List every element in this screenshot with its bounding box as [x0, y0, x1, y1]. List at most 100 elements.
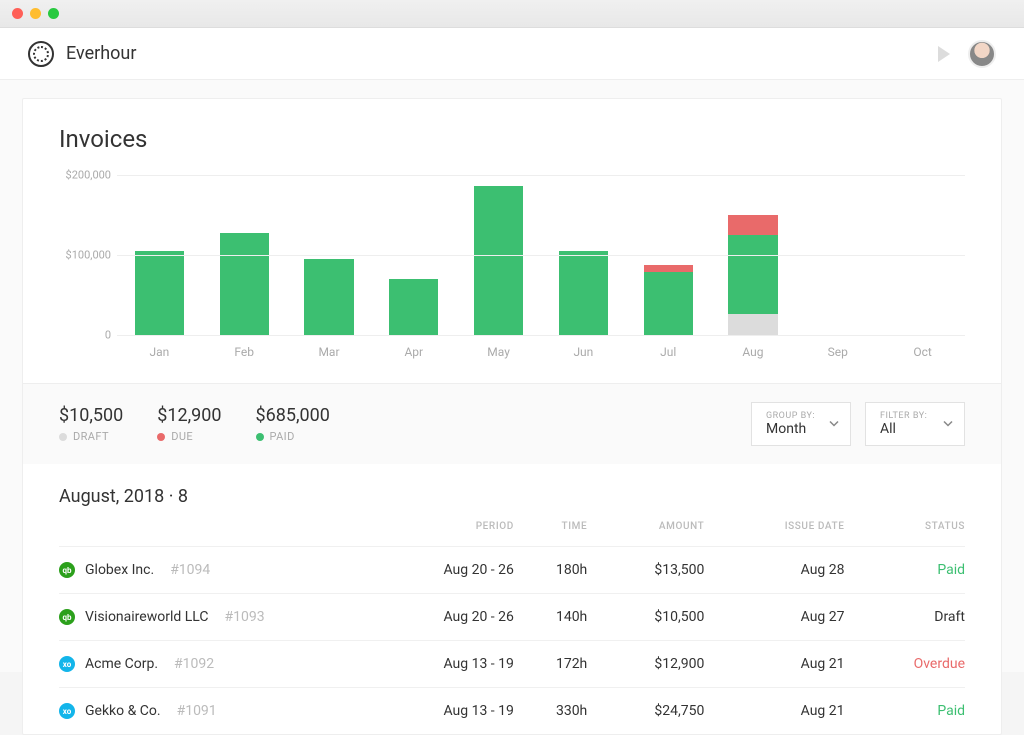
client-name: Visionaireworld LLC — [85, 609, 209, 625]
bar — [644, 229, 693, 335]
column-header — [59, 511, 349, 547]
invoice-number: #1094 — [170, 562, 210, 578]
table-heading: August, 2018 · 8 — [59, 486, 965, 507]
bar — [135, 219, 184, 335]
bar — [474, 181, 523, 335]
bar — [220, 207, 269, 335]
bar-segment-draft — [728, 314, 777, 335]
stopwatch-icon — [28, 41, 54, 67]
app-name: Everhour — [66, 43, 136, 64]
stat-draft: $10,500 DRAFT — [59, 405, 123, 443]
x-tick-label: Oct — [880, 335, 965, 373]
invoice-number: #1091 — [177, 703, 217, 719]
window-close-button[interactable] — [12, 8, 23, 19]
stat-due-value: $12,900 — [157, 405, 221, 426]
cell-time: 140h — [514, 594, 587, 641]
column-header: STATUS — [845, 511, 966, 547]
cell-period: Aug 20 - 26 — [349, 547, 514, 594]
filter-by-value: All — [880, 421, 934, 437]
invoice-number: #1093 — [225, 609, 265, 625]
invoice-number: #1092 — [174, 656, 214, 672]
bar-segment-paid — [728, 235, 777, 315]
cell-amount: $13,500 — [587, 547, 704, 594]
integration-badge-icon: xo — [59, 703, 75, 719]
bar — [304, 225, 353, 335]
group-by-overline: GROUP BY: — [766, 411, 820, 421]
table-row[interactable]: qb Globex Inc. #1094 Aug 20 - 26180h$13,500… — [59, 547, 965, 594]
app-logo[interactable]: Everhour — [28, 41, 136, 67]
bar-segment-due — [728, 215, 777, 234]
section-title: Invoices — [59, 125, 965, 153]
column-header: TIME — [514, 511, 587, 547]
bar-segment-paid — [304, 259, 353, 335]
column-header: AMOUNT — [587, 511, 704, 547]
y-tick-label: $200,000 — [66, 169, 111, 182]
summary-bar: $10,500 DRAFT $12,900 DUE $685,000 PAID … — [23, 383, 1001, 464]
bar-segment-paid — [644, 272, 693, 335]
y-tick-label: 0 — [105, 329, 111, 342]
bar-segment-paid — [135, 251, 184, 335]
client-name: Gekko & Co. — [85, 703, 161, 719]
column-header: ISSUE DATE — [704, 511, 844, 547]
stat-paid: $685,000 PAID — [256, 405, 330, 443]
user-avatar[interactable] — [968, 40, 996, 68]
invoice-table-section: August, 2018 · 8 PERIODTIMEAMOUNTISSUE D… — [23, 464, 1001, 734]
cell-status: Paid — [845, 547, 966, 594]
cell-amount: $12,900 — [587, 641, 704, 688]
stat-paid-label: PAID — [256, 430, 330, 443]
cell-status: Overdue — [845, 641, 966, 688]
table-row[interactable]: xoGekko & Co.#1091Aug 13 - 19330h$24,750… — [59, 688, 965, 735]
group-by-select[interactable]: GROUP BY: Month — [751, 402, 851, 446]
window-chrome — [0, 0, 1024, 28]
stat-paid-value: $685,000 — [256, 405, 330, 426]
table-row[interactable]: xo Acme Corp. #1092 Aug 13 - 19172h$12,900A… — [59, 641, 965, 688]
integration-badge-icon: qb — [59, 562, 75, 578]
cell-issue: Aug 27 — [704, 594, 844, 641]
gridline — [117, 175, 965, 176]
x-tick-label: Mar — [287, 335, 372, 373]
bar-segment-paid — [220, 233, 269, 335]
chevron-down-icon — [828, 415, 840, 434]
invoice-table: PERIODTIMEAMOUNTISSUE DATESTATUS qb Globe… — [59, 511, 965, 734]
filter-by-overline: FILTER BY: — [880, 411, 934, 421]
window-minimize-button[interactable] — [30, 8, 41, 19]
cell-time: 180h — [514, 547, 587, 594]
cell-status: Draft — [845, 594, 966, 641]
cell-period: Aug 20 - 26 — [349, 594, 514, 641]
x-tick-label: Apr — [371, 335, 456, 373]
cell-issue: Aug 21 — [704, 641, 844, 688]
integration-badge-icon: xo — [59, 656, 75, 672]
client-name: Acme Corp. — [85, 656, 158, 672]
chevron-down-icon — [942, 415, 954, 434]
bar — [559, 219, 608, 335]
x-tick-label: Jan — [117, 335, 202, 373]
bar — [728, 197, 777, 335]
app-header: Everhour — [0, 28, 1024, 80]
cell-amount: $24,750 — [587, 688, 704, 735]
x-tick-label: Aug — [711, 335, 796, 373]
page-body: Invoices 0$100,000$200,000 JanFebMarAprM… — [0, 80, 1024, 672]
filter-by-select[interactable]: FILTER BY: All — [865, 402, 965, 446]
cell-period: Aug 13 - 19 — [349, 688, 514, 735]
dot-icon-due — [157, 433, 165, 441]
x-tick-label: Jun — [541, 335, 626, 373]
integration-badge-icon: qb — [59, 609, 75, 625]
bar-segment-paid — [389, 279, 438, 335]
flag-icon[interactable] — [938, 46, 950, 62]
table-row[interactable]: qb Visionaireworld LLC #1093 Aug 20 - 26140… — [59, 594, 965, 641]
cell-issue: Aug 28 — [704, 547, 844, 594]
group-by-value: Month — [766, 421, 820, 437]
stat-draft-value: $10,500 — [59, 405, 123, 426]
column-header: PERIOD — [349, 511, 514, 547]
cell-issue: Aug 21 — [704, 688, 844, 735]
cell-period: Aug 13 - 19 — [349, 641, 514, 688]
stat-draft-label: DRAFT — [59, 430, 123, 443]
stat-due: $12,900 DUE — [157, 405, 221, 443]
bar-segment-paid — [559, 251, 608, 335]
x-tick-label: Feb — [202, 335, 287, 373]
cell-time: 172h — [514, 641, 587, 688]
client-name: Globex Inc. — [85, 562, 154, 578]
dot-icon-draft — [59, 433, 67, 441]
window-zoom-button[interactable] — [48, 8, 59, 19]
x-tick-label: May — [456, 335, 541, 373]
